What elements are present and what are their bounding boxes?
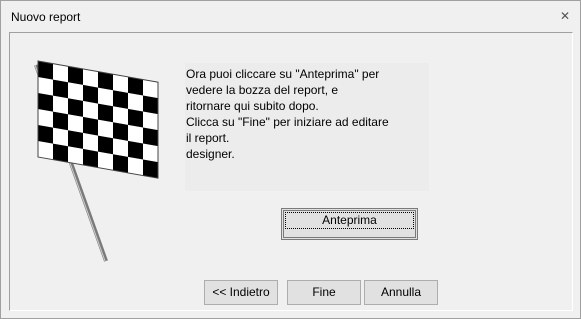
- instruction-line: designer.: [186, 147, 235, 161]
- back-button[interactable]: << Indietro: [204, 280, 278, 305]
- wizard-dialog: Nuovo report ✕ Ora puoi cliccare su "Ant…: [0, 0, 581, 319]
- title-bar[interactable]: Nuovo report ✕: [1, 1, 580, 31]
- instruction-line: vedere la bozza del report, e: [186, 83, 339, 97]
- window-title: Nuovo report: [11, 10, 81, 24]
- instruction-text: Ora puoi cliccare su "Anteprima" per ved…: [185, 63, 429, 191]
- cancel-button[interactable]: Annulla: [364, 280, 438, 305]
- checkered-flag-icon: [34, 60, 159, 262]
- instruction-line: il report.: [186, 131, 230, 145]
- wizard-panel: Ora puoi cliccare su "Anteprima" per ved…: [9, 32, 573, 311]
- instruction-line: ritornare qui subito dopo.: [186, 99, 319, 113]
- preview-button[interactable]: Anteprima: [281, 208, 418, 240]
- finish-button[interactable]: Fine: [287, 280, 361, 305]
- preview-button-label: Anteprima: [285, 212, 414, 229]
- close-icon[interactable]: ✕: [558, 9, 572, 23]
- instruction-line: Clicca su "Fine" per iniziare ad editare: [186, 115, 389, 129]
- instruction-line: Ora puoi cliccare su "Anteprima" per: [186, 67, 380, 81]
